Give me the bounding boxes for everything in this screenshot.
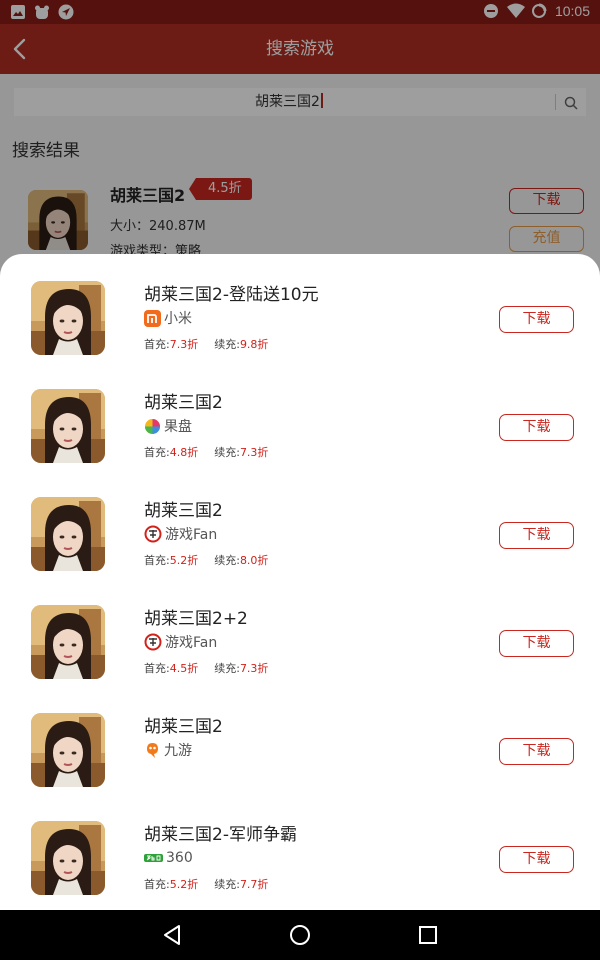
youxifan-icon [144,633,162,651]
download-button[interactable]: 下载 [499,522,574,549]
item-source: 小米 [144,309,192,327]
back-nav-icon[interactable] [160,923,184,947]
renew-charge-label: 续充: [214,878,240,891]
jiuyou-icon [147,743,158,758]
navigation-bar [0,910,600,960]
item-title: 胡莱三国2 [144,393,223,413]
list-item[interactable]: 胡莱三国2-军师争霸 360 首充:5.2折 续充:7.7折 下载 [0,794,600,902]
item-source: 九游 [144,741,192,759]
source-name: 小米 [164,311,192,327]
item-source: 360 [144,849,193,867]
item-prices: 首充:4.8折 续充:7.3折 [144,444,268,460]
youxifan-icon [144,525,162,543]
renew-charge-label: 续充: [214,446,240,459]
source-name: 果盘 [164,419,192,435]
guopan-icon [145,418,160,434]
game-thumbnail [31,281,105,355]
first-charge-value: 4.8折 [169,446,199,459]
item-title: 胡莱三国2 [144,501,223,521]
source-name: 九游 [164,743,192,759]
first-charge-label: 首充: [144,662,170,675]
first-charge-label: 首充: [144,554,170,567]
download-button[interactable]: 下载 [499,414,574,441]
source-name: 360 [166,850,193,866]
item-prices: 首充:5.2折 续充:8.0折 [144,552,268,568]
source-name: 游戏Fan [165,527,218,543]
renew-charge-value: 9.8折 [239,338,269,351]
item-title: 胡莱三国2 [144,717,223,737]
item-prices: 首充:4.5折 续充:7.3折 [144,660,268,676]
list-item[interactable]: 胡莱三国2+2 游戏Fan 首充:4.5折 续充:7.3折 下载 [0,578,600,686]
first-charge-label: 首充: [144,338,170,351]
item-source: 游戏Fan [144,525,217,543]
first-charge-value: 7.3折 [169,338,199,351]
channel-sheet: 胡莱三国2-登陆送10元 小米 首充:7.3折 续充:9.8折 下载 胡莱三国2 … [0,254,600,910]
first-charge-value: 5.2折 [169,878,199,891]
item-source: 游戏Fan [144,633,217,651]
first-charge-label: 首充: [144,878,170,891]
list-item[interactable]: 胡莱三国2 游戏Fan 首充:5.2折 续充:8.0折 下载 [0,470,600,578]
item-prices: 首充:7.3折 续充:9.8折 [144,336,268,352]
download-button[interactable]: 下载 [499,630,574,657]
renew-charge-value: 7.7折 [239,878,269,891]
recents-nav-icon[interactable] [416,923,440,947]
game-thumbnail [31,821,105,895]
360-icon [144,854,163,862]
item-prices: 首充:5.2折 续充:7.7折 [144,876,268,892]
first-charge-value: 5.2折 [169,554,199,567]
source-name: 游戏Fan [165,635,218,651]
home-nav-icon[interactable] [288,923,312,947]
list-item[interactable]: 胡莱三国2 九游 下载 [0,686,600,794]
renew-charge-label: 续充: [214,554,240,567]
item-title: 胡莱三国2+2 [144,609,248,629]
renew-charge-label: 续充: [214,662,240,675]
item-title: 胡莱三国2-军师争霸 [144,825,297,845]
download-button[interactable]: 下载 [499,306,574,333]
item-title: 胡莱三国2-登陆送10元 [144,285,319,305]
game-thumbnail [31,605,105,679]
game-thumbnail [31,713,105,787]
renew-charge-value: 7.3折 [239,662,269,675]
list-item[interactable]: 胡莱三国2-登陆送10元 小米 首充:7.3折 续充:9.8折 下载 [0,254,600,362]
download-button[interactable]: 下载 [499,738,574,765]
item-source: 果盘 [144,417,192,435]
game-thumbnail [31,389,105,463]
renew-charge-label: 续充: [214,338,240,351]
first-charge-label: 首充: [144,446,170,459]
xiaomi-icon [144,309,161,327]
renew-charge-value: 7.3折 [239,446,269,459]
renew-charge-value: 8.0折 [239,554,269,567]
list-item[interactable]: 胡莱三国2 果盘 首充:4.8折 续充:7.3折 下载 [0,362,600,470]
download-button[interactable]: 下载 [499,846,574,873]
first-charge-value: 4.5折 [169,662,199,675]
game-thumbnail [31,497,105,571]
